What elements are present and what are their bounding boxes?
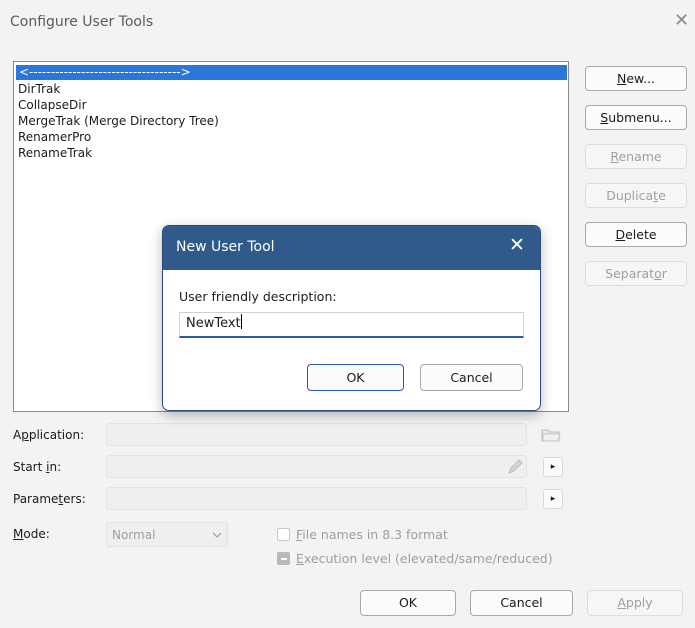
list-item[interactable]: DirTrak [18, 82, 60, 97]
application-field[interactable] [106, 423, 527, 446]
dialog-header: New User Tool ✕ [163, 226, 540, 270]
submenu-button[interactable]: Submenu... [585, 105, 687, 130]
execution-level-checkbox[interactable] [277, 552, 290, 565]
file-names-checkbox[interactable] [277, 528, 290, 541]
new-button[interactable]: New... [585, 66, 687, 91]
folder-icon[interactable] [539, 425, 563, 445]
list-item[interactable]: <-----------------------------------> [16, 65, 567, 80]
application-label: Application: [13, 428, 85, 442]
parameters-field[interactable] [106, 487, 527, 510]
separator-button[interactable]: Separator [585, 261, 687, 286]
apply-button[interactable]: Apply [587, 590, 683, 616]
description-label: User friendly description: [179, 289, 337, 304]
list-item[interactable]: RenameTrak [18, 146, 92, 161]
parameters-arrow-button[interactable]: ▸ [543, 489, 563, 509]
start-in-field[interactable] [106, 455, 527, 478]
pencil-icon[interactable] [505, 457, 525, 477]
dialog-close-icon[interactable]: ✕ [509, 234, 525, 256]
mode-select[interactable]: Normal [106, 522, 228, 547]
chevron-down-icon [212, 532, 222, 538]
dialog-title: New User Tool [176, 239, 275, 255]
parameters-label: Parameters: [13, 492, 86, 506]
file-names-label: File names in 8.3 format [296, 527, 448, 542]
ok-button[interactable]: OK [360, 590, 456, 616]
duplicate-button[interactable]: Duplicate [585, 183, 687, 208]
dialog-cancel-button[interactable]: Cancel [420, 364, 523, 391]
new-user-tool-dialog: New User Tool ✕ User friendly descriptio… [162, 225, 541, 411]
start-in-label: Start in: [13, 460, 62, 474]
mode-label: Mode: [13, 527, 50, 541]
window-close-icon[interactable]: ✕ [674, 10, 689, 31]
description-input[interactable]: NewText [179, 312, 524, 338]
list-item[interactable]: RenamerPro [18, 130, 91, 145]
rename-button[interactable]: Rename [585, 144, 687, 169]
text-caret [240, 314, 242, 329]
cancel-button[interactable]: Cancel [470, 590, 573, 616]
execution-level-label: Execution level (elevated/same/reduced) [296, 551, 553, 566]
dialog-ok-button[interactable]: OK [307, 364, 404, 391]
window-title: Configure User Tools [10, 14, 154, 30]
delete-button[interactable]: Delete [585, 222, 687, 247]
list-item[interactable]: MergeTrak (Merge Directory Tree) [18, 114, 219, 129]
start-in-arrow-button[interactable]: ▸ [543, 457, 563, 477]
mode-value: Normal [112, 528, 156, 542]
list-item[interactable]: CollapseDir [18, 98, 87, 113]
